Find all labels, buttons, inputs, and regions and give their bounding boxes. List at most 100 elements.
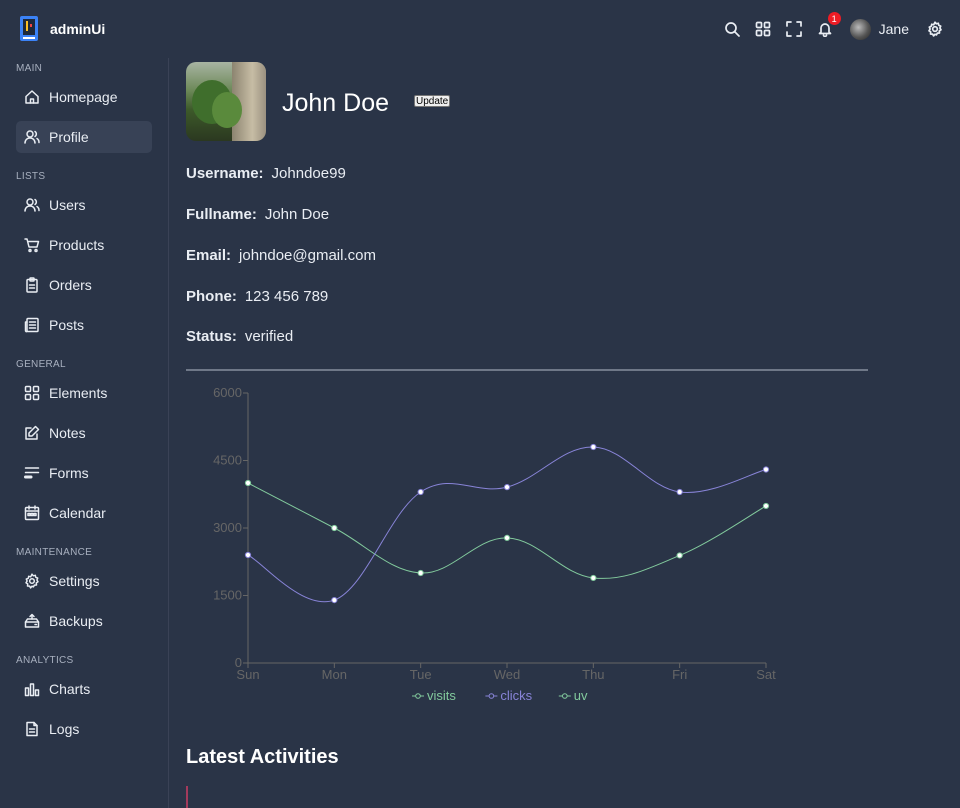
y-tick-label: 3000 [213,520,242,535]
avatar[interactable] [849,18,871,40]
legend-label-visits: visits [427,688,456,703]
profile-photo [186,62,266,141]
calendar-icon [24,505,40,521]
sidebar-item-label: Settings [49,573,100,589]
sidebar: MAIN Homepage Profile LISTS Users Produc… [0,58,169,808]
data-point-visits [244,479,252,487]
legend-label-clicks: clicks [500,688,532,703]
sidebar-item-label: Products [49,237,105,253]
field-username: Username: Johndoe99 [186,165,346,182]
y-tick-label: 1500 [213,588,242,603]
gear-icon [24,573,40,589]
backup-icon [24,613,40,629]
line-chart: 01500300045006000Sun Mon Tue Wed Thu Fri Satvi… [213,385,776,703]
sidebar-item-calendar[interactable]: Calendar [16,497,152,529]
home-icon [24,89,40,105]
sidebar-item-notes[interactable]: Notes [16,417,152,449]
grid-icon [24,385,40,401]
sidebar-item-logs[interactable]: Logs [16,713,152,745]
y-tick-label: 6000 [213,385,242,400]
group-title-general: GENERAL [16,359,66,370]
sidebar-item-label: Charts [49,681,91,697]
sidebar-item-label: Notes [49,425,86,441]
brand-name[interactable]: adminUi [50,21,105,37]
sidebar-item-settings[interactable]: Settings [16,565,152,597]
field-value: verified [244,328,294,345]
field-label: Username: [186,165,264,182]
data-point-visits [676,552,683,559]
settings-gear-icon[interactable] [924,18,946,40]
top-bar: adminUi 1 Jane [0,0,960,58]
top-icons: 1 Jane [712,12,946,40]
legend-marker-dot [562,693,568,699]
sidebar-item-label: Homepage [49,89,118,105]
data-point-clicks [503,484,511,491]
x-tick-label: Fri [672,667,687,682]
field-value: 123 456 789 [244,288,329,305]
data-point-clicks [244,551,252,559]
field-status: Status: verified [186,328,293,345]
fullscreen-icon[interactable] [783,18,805,40]
notification-badge: 1 [827,12,841,25]
x-tick-label: Sat [756,667,776,682]
apps-icon[interactable] [752,18,774,40]
sidebar-item-products[interactable]: Products [16,229,152,261]
forms-icon [24,465,40,481]
search-icon[interactable] [721,18,743,40]
field-phone: Phone: 123 456 789 [186,288,328,305]
sidebar-item-label: Users [49,197,86,213]
sidebar-item-forms[interactable]: Forms [16,457,152,489]
series-line-visits [247,482,767,579]
bar-chart-icon [24,681,40,697]
sidebar-item-charts[interactable]: Charts [16,673,152,705]
user-name[interactable]: Jane [879,21,909,37]
x-tick-label: Tue [410,667,432,682]
field-fullname: Fullname: John Doe [186,206,329,223]
field-value: Johndoe99 [271,165,346,182]
data-point-clicks [590,443,597,451]
sidebar-item-users[interactable]: Users [16,189,152,221]
data-point-clicks [331,596,338,604]
legend-marker-dot [488,693,495,699]
field-label: Fullname: [186,206,257,223]
sidebar-item-label: Posts [49,317,85,333]
x-tick-label: Thu [582,667,604,682]
sidebar-item-label: Forms [49,465,89,481]
legend-marker-dot [415,693,421,699]
data-point-clicks [417,488,424,496]
field-label: Status: [186,328,237,345]
sidebar-item-posts[interactable]: Posts [16,309,152,341]
logo-icon[interactable] [20,16,38,41]
sidebar-item-label: Orders [49,277,92,293]
edit-icon [24,425,40,441]
x-tick-label: Sun [236,667,259,682]
x-tick-label: Mon [322,667,347,682]
sidebar-item-elements[interactable]: Elements [16,377,152,409]
divider [186,369,868,371]
latest-activities-title: Latest Activities [186,746,339,768]
field-email: Email: johndoe@gmail.com [186,247,376,264]
sidebar-item-profile[interactable]: Profile [16,121,152,153]
x-tick-label: Wed [494,667,521,682]
group-title-analytics: ANALYTICS [16,655,74,666]
data-point-clicks [762,466,770,473]
user-icon [24,129,40,145]
sidebar-item-label: Logs [49,721,80,737]
sidebar-item-homepage[interactable]: Homepage [16,81,152,113]
sidebar-item-label: Calendar [49,505,106,521]
data-point-visits [590,574,597,582]
update-button[interactable]: Update [414,95,451,107]
document-icon [24,721,40,737]
series-line-clicks [247,446,767,603]
field-value: johndoe@gmail.com [239,247,376,264]
profile-name: John Doe [282,89,390,117]
group-title-main: MAIN [16,63,43,74]
field-value: John Doe [264,206,330,223]
sidebar-item-orders[interactable]: Orders [16,269,152,301]
clipboard-icon [24,277,40,293]
notification-bell-icon[interactable]: 1 [814,12,841,40]
data-point-visits [503,534,511,541]
legend-label-uv: uv [574,688,588,703]
users-icon [24,197,40,213]
sidebar-item-backups[interactable]: Backups [16,605,152,637]
